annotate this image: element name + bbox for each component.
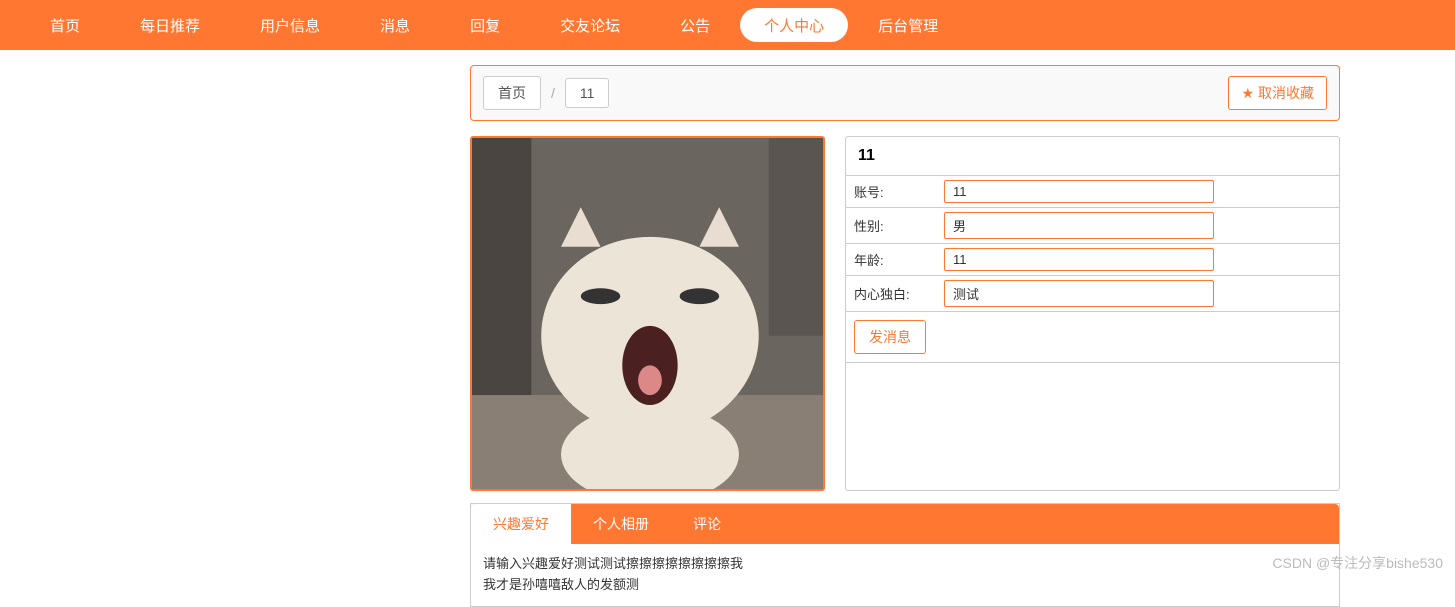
field-monologue: 内心独白: 测试 — [846, 276, 1339, 312]
nav-daily[interactable]: 每日推荐 — [110, 8, 230, 42]
field-account: 账号: 11 — [846, 176, 1339, 208]
info-empty-space — [846, 363, 1339, 490]
hobby-text-line1: 请输入兴趣爱好测试测试擦擦擦擦擦擦擦擦我 — [483, 554, 1327, 575]
top-nav: 首页 每日推荐 用户信息 消息 回复 交友论坛 公告 个人中心 后台管理 — [0, 0, 1455, 50]
age-label: 年龄: — [854, 250, 944, 269]
age-value: 11 — [944, 248, 1214, 271]
main-content: 首页 / 11 ★ 取消收藏 — [470, 65, 1340, 607]
nav-messages[interactable]: 消息 — [350, 8, 440, 42]
tabs-header: 兴趣爱好 个人相册 评论 — [471, 504, 1339, 544]
nav-admin[interactable]: 后台管理 — [848, 8, 968, 42]
favorite-label: 取消收藏 — [1258, 83, 1314, 103]
profile-title: 11 — [846, 137, 1339, 176]
breadcrumb-current: 11 — [565, 78, 610, 108]
cancel-favorite-button[interactable]: ★ 取消收藏 — [1228, 76, 1327, 110]
breadcrumb-bar: 首页 / 11 ★ 取消收藏 — [470, 65, 1340, 121]
hobby-text-line2: 我才是孙嘻嘻敌人的发额测 — [483, 575, 1327, 596]
breadcrumb-sep: / — [551, 85, 555, 101]
breadcrumb: 首页 / 11 — [483, 76, 609, 110]
message-row: 发消息 — [846, 312, 1339, 363]
avatar — [470, 136, 825, 491]
monologue-label: 内心独白: — [854, 284, 944, 303]
nav-forum[interactable]: 交友论坛 — [530, 8, 650, 42]
tab-hobby[interactable]: 兴趣爱好 — [471, 504, 571, 544]
watermark: CSDN @专注分享bishe530 — [1272, 553, 1443, 573]
nav-userinfo[interactable]: 用户信息 — [230, 8, 350, 42]
info-card: 11 账号: 11 性别: 男 年龄: 11 内心独白: 测试 发消息 — [845, 136, 1340, 491]
nav-notice[interactable]: 公告 — [650, 8, 740, 42]
breadcrumb-home[interactable]: 首页 — [483, 76, 541, 110]
send-message-button[interactable]: 发消息 — [854, 320, 926, 354]
tab-comments[interactable]: 评论 — [671, 504, 743, 544]
tab-content: 请输入兴趣爱好测试测试擦擦擦擦擦擦擦擦我 我才是孙嘻嘻敌人的发额测 — [471, 544, 1339, 606]
nav-personal[interactable]: 个人中心 — [740, 8, 848, 42]
tab-album[interactable]: 个人相册 — [571, 504, 671, 544]
nav-reply[interactable]: 回复 — [440, 8, 530, 42]
star-icon: ★ — [1241, 85, 1254, 102]
avatar-image — [472, 138, 823, 489]
field-age: 年龄: 11 — [846, 244, 1339, 276]
profile-row: 11 账号: 11 性别: 男 年龄: 11 内心独白: 测试 发消息 — [470, 136, 1340, 491]
account-value: 11 — [944, 180, 1214, 203]
account-label: 账号: — [854, 182, 944, 201]
gender-value: 男 — [944, 212, 1214, 239]
gender-label: 性别: — [854, 216, 944, 235]
nav-home[interactable]: 首页 — [20, 8, 110, 42]
field-gender: 性别: 男 — [846, 208, 1339, 244]
tabs-card: 兴趣爱好 个人相册 评论 请输入兴趣爱好测试测试擦擦擦擦擦擦擦擦我 我才是孙嘻嘻… — [470, 503, 1340, 607]
monologue-value: 测试 — [944, 280, 1214, 307]
